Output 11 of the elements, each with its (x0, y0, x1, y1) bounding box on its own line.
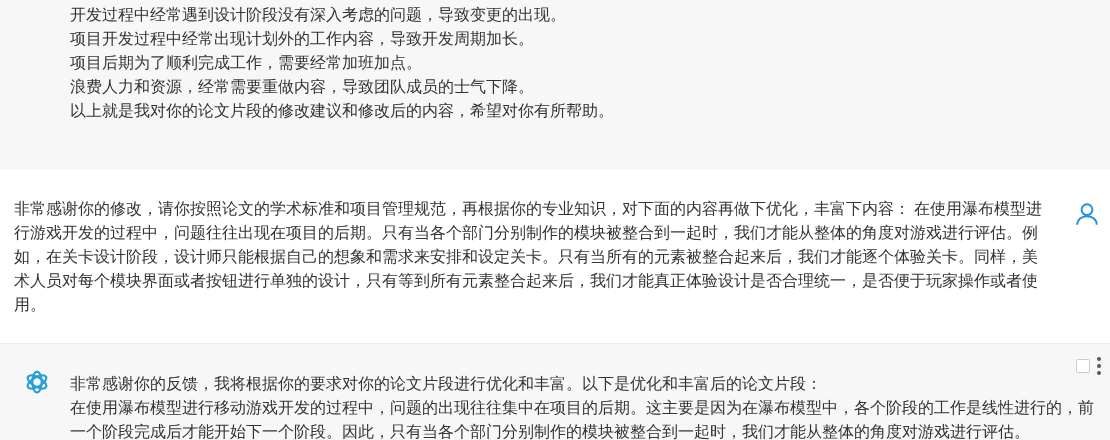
message-text: 非常感谢你的修改，请你按照论文的学术标准和项目管理规范，再根据你的专业知识，对下面的内容再做下优化，丰富下内容： 在使用瀑布模型进行游戏开发的过程中，问题往往出现在项目的后期。只有当各个部门分别制作的模块被整合到一起时，我们才能从整体的角度对游戏进行评估。例如，在关卡设计阶段，设计师只能根据自己的想象和需求来安排和设定关卡。只有当所有的元素被整合起来后，我们才能逐个体验关卡。同样，美术人员对每个模块界面或者按钮进行单独的设计，只有等到所有元素整合起来后，我们才能真正体验设计是否合理统一，是否便于玩家操作或者使用。 (14, 199, 1044, 315)
more-options-icon[interactable] (1096, 356, 1102, 376)
message-text: 项目后期为了顺利完成工作，需要经常加班加点。 (70, 53, 423, 73)
message-text: 开发过程中经常遇到设计阶段没有深入考虑的问题，导致变更的出现。 (70, 5, 567, 25)
message-text: 在使用瀑布模型进行移动游戏开发的过程中，问题的出现往往集中在项目的后期。这主要是因为在瀑布模型中，各个阶段的工作是线性进行的，前一个阶段完成后才能开始下一个阶段。因此，只有当各个部门分别制作的模块被整合到一起时，我们才能从整体的角度对游戏进行评估。 (70, 398, 1095, 440)
message-text: 非常感谢你的反馈，我将根据你的要求对你的论文片段进行优化和丰富。以下是优化和丰富后的论文片段： (70, 374, 823, 394)
message-text: 浪费人力和资源，经常需要重做内容，导致团队成员的士气下降。 (70, 77, 535, 97)
select-checkbox[interactable] (1076, 359, 1090, 373)
message-text: 项目开发过程中经常出现计划外的工作内容，导致开发周期加长。 (70, 29, 535, 49)
message-text: 以上就是我对你的论文片段的修改建议和修改后的内容，希望对你有所帮助。 (70, 101, 615, 121)
user-avatar-icon (1074, 200, 1100, 228)
